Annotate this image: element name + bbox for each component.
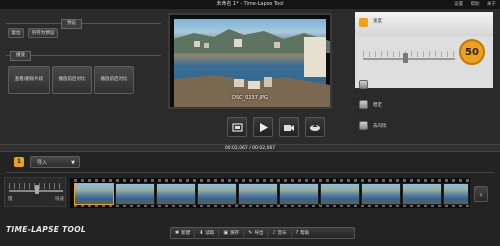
camera-icon — [284, 124, 294, 131]
speed-header: 速度 — [355, 12, 493, 36]
open-label: 读取 — [205, 231, 215, 236]
fast-label: 快速 — [55, 197, 64, 202]
filmstrip[interactable] — [70, 178, 470, 208]
track-number-badge: 1 — [14, 157, 24, 167]
antialias-toggle[interactable] — [359, 80, 368, 89]
harbor-scene — [174, 29, 330, 107]
speed-body: 50 — [355, 36, 493, 88]
render-button[interactable] — [279, 117, 299, 137]
window-controls: 设置 帮助 关于 — [448, 0, 496, 9]
about-link[interactable]: 关于 — [487, 2, 496, 7]
clip-speed-handle[interactable] — [35, 185, 39, 194]
deflicker-toggle[interactable] — [359, 121, 368, 130]
reset-button[interactable]: 复位 — [8, 28, 24, 38]
window-title: 未命名 1* - Time-Lapse Tool — [216, 1, 284, 7]
filmstrip-frame[interactable] — [320, 183, 360, 205]
filmstrip-frame[interactable] — [443, 183, 469, 205]
clip-speed-control: 慢 快速 — [4, 177, 66, 207]
music-label: 音乐 — [277, 231, 287, 236]
stabilize-toggle[interactable] — [359, 100, 368, 109]
filmstrip-frame[interactable] — [361, 183, 401, 205]
play-button[interactable] — [253, 117, 273, 137]
app-logo: TIME-LAPSE TOOL — [6, 225, 86, 234]
chevron-down-icon: ▼ — [71, 160, 75, 166]
filmstrip-frame[interactable] — [74, 183, 114, 205]
playback-section-label: 播放 — [10, 51, 31, 61]
import-button[interactable]: 导入 ▼ — [30, 156, 80, 168]
view-delete-clips-label: 查看/删除片段 — [14, 77, 44, 82]
bottom-toolbar: ✱ 新建 ⬇ 读取 ▣ 保存 ✎ 导出 ♪ 音乐 ? 帮助 — [170, 227, 355, 239]
timeline-divider — [6, 172, 494, 173]
preview-caption: DSC_0237.JPG — [232, 95, 268, 101]
preset-section-label: 预设 — [61, 19, 82, 29]
antialias-label: 抗锯化 — [373, 83, 387, 88]
title-bar: 未命名 1* - Time-Lapse Tool 设置 帮助 关于 — [0, 0, 500, 9]
speed-label: 速度 — [373, 19, 382, 24]
music-button[interactable]: ♪ 音乐 — [268, 227, 292, 239]
save-icon: ▣ — [223, 230, 229, 236]
music-icon: ♪ — [272, 230, 276, 236]
help-icon: ? — [295, 230, 299, 236]
help-label: 帮助 — [300, 231, 310, 236]
import-label: 导入 — [37, 160, 48, 166]
filmstrip-frame[interactable] — [279, 183, 319, 205]
adjust-panel: 速度 50 抗锯化 稳定 去闪烁 — [355, 12, 493, 145]
help-link[interactable]: 帮助 — [471, 2, 480, 7]
compare-button-2[interactable]: 播放前后对比 — [94, 66, 134, 94]
save-button[interactable]: ▣ 保存 — [219, 227, 245, 239]
save-preset-button[interactable]: 另存为预设 — [28, 28, 58, 38]
filmstrip-frame[interactable] — [156, 183, 196, 205]
open-icon: ⬇ — [199, 230, 204, 236]
stabilize-label: 稳定 — [373, 103, 382, 108]
filmstrip-frame[interactable] — [197, 183, 237, 205]
speed-knob[interactable]: 50 — [459, 39, 485, 65]
preview-frame: DSC_0237.JPG — [168, 13, 332, 109]
filmstrip-frame[interactable] — [402, 183, 442, 205]
export-button[interactable]: ✎ 导出 — [244, 227, 269, 239]
deflicker-label: 去闪烁 — [373, 124, 387, 129]
crop-icon — [231, 122, 243, 132]
crop-button[interactable] — [227, 117, 247, 137]
filmstrip-frame[interactable] — [115, 183, 155, 205]
preview-image — [174, 19, 330, 107]
new-label: 新建 — [181, 231, 191, 236]
speed-toggle[interactable] — [359, 18, 368, 27]
play-icon — [259, 122, 268, 132]
timecode-text: 00:02,067 / 00:02,067 — [224, 146, 276, 151]
slow-label: 慢 — [8, 197, 13, 202]
export-label: 导出 — [254, 231, 264, 236]
speed-slider-handle[interactable] — [403, 53, 408, 63]
playback-section: 播放 — [6, 51, 161, 63]
compare-label-1: 播放前后对比 — [58, 77, 86, 82]
settings-link[interactable]: 设置 — [454, 2, 463, 7]
new-button[interactable]: ✱ 新建 — [171, 227, 196, 239]
new-icon: ✱ — [175, 230, 180, 236]
view-delete-clips-button[interactable]: 查看/删除片段 — [8, 66, 50, 94]
upload-button[interactable] — [305, 117, 325, 137]
timecode-bar: 00:02,067 / 00:02,067 — [0, 144, 500, 152]
save-label: 保存 — [230, 231, 240, 236]
compare-button-1[interactable]: 播放前后对比 — [52, 66, 92, 94]
compare-label-2: 播放前后对比 — [100, 77, 128, 82]
chevron-right-icon: › — [479, 191, 483, 199]
filmstrip-frame[interactable] — [238, 183, 278, 205]
filmstrip-perforations-top — [70, 179, 470, 182]
open-button[interactable]: ⬇ 读取 — [195, 227, 220, 239]
speed-slider[interactable] — [363, 58, 455, 60]
scroll-right-button[interactable]: › — [474, 186, 488, 202]
cloud-upload-icon — [310, 123, 320, 131]
export-icon: ✎ — [248, 230, 253, 236]
speed-ticks — [363, 51, 455, 57]
help-button[interactable]: ? 帮助 — [292, 227, 314, 239]
